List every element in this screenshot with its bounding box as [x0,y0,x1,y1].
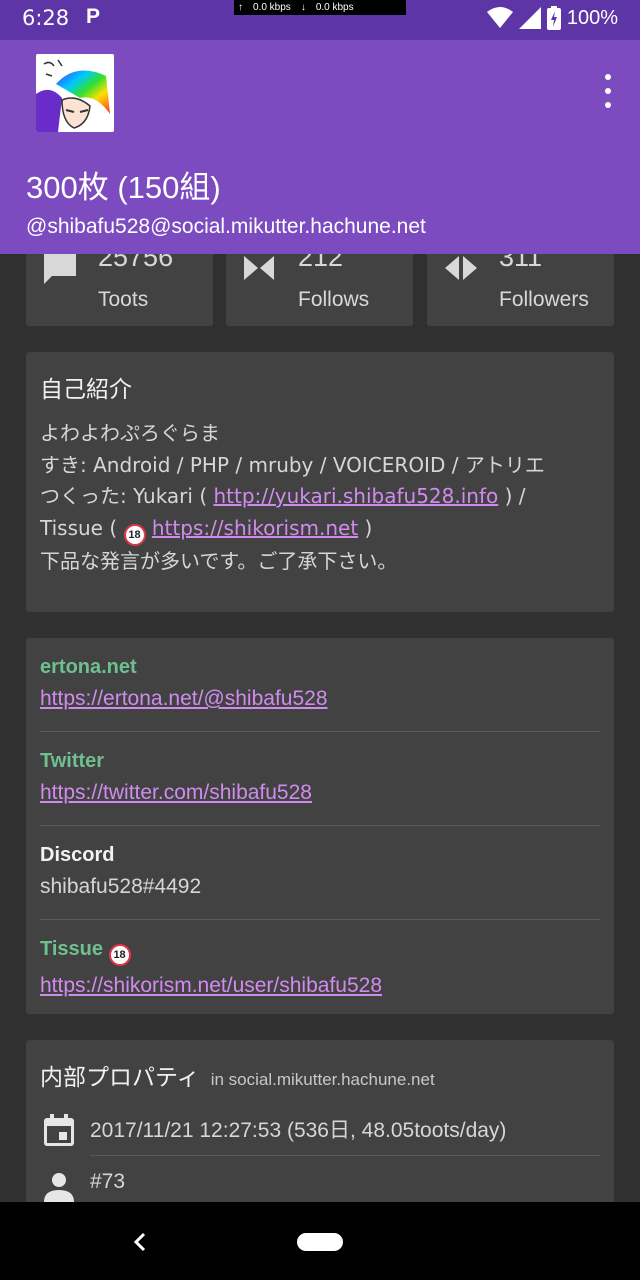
upload-arrow-icon: ↑ [238,2,243,13]
network-speed-indicator: ↑ 0.0 kbps ↓ 0.0 kbps [234,0,406,15]
bio-title: 自己紹介 [40,377,132,403]
comment-icon [44,252,76,284]
created-at: 2017/11/21 12:27:53 (536日, 48.05toots/da… [90,1118,507,1142]
bio-line: つくった: Yukari ( http://yukari.shibafu528.… [40,481,600,513]
display-name: 300枚 (150組) [26,170,221,205]
stat-label-follows: Follows [298,288,370,311]
field-value-link[interactable]: https://shikorism.net/user/shibafu528 [40,974,600,998]
wifi-icon [486,7,513,28]
person-icon [44,1173,74,1202]
bio-line: すき: Android / PHP / mruby / VOICEROID / … [40,452,545,477]
profile-fields-card: ertona.net https://ertona.net/@shibafu52… [26,638,614,1014]
bio-text: ) / [498,484,526,508]
field-name: Twitter [40,750,105,772]
parking-notification-icon: P [86,5,101,28]
navigation-bar [0,1202,640,1280]
field-discord: Discord shibafu528#4492 [40,826,600,920]
bio-line: 下品な発言が多いです。ご了承下さい。 [40,548,398,573]
back-icon[interactable] [128,1228,152,1256]
profile-header: 300枚 (150組) @shibafu528@social.mikutter.… [0,40,640,254]
status-bar: 6:28 P ↑ 0.0 kbps ↓ 0.0 kbps 100% [0,0,640,40]
bio-text: ) [358,515,373,540]
download-speed: 0.0 kbps [315,2,354,13]
created-row: 2017/11/21 12:27:53 (536日, 48.05toots/da… [40,1102,600,1156]
bio-text: つくった: Yukari ( [40,484,214,508]
bio-line: Tissue ( 18 https://shikorism.net ) [40,513,600,546]
status-icons: 100% [486,6,618,30]
more-vert-icon[interactable] [598,74,618,108]
user-id: #73 [90,1170,126,1193]
cell-signal-icon [518,7,541,29]
field-tissue: Tissue 18 https://shikorism.net/user/shi… [40,920,600,1014]
r18-emoji-icon: 18 [123,523,146,546]
field-ertona: ertona.net https://ertona.net/@shibafu52… [40,638,600,732]
battery-icon [546,6,561,30]
internal-title: 内部プロパティ [40,1065,200,1091]
follower-icon [445,256,477,280]
download-arrow-icon: ↓ [300,2,306,13]
internal-properties-card: 内部プロパティ in social.mikutter.hachune.net 2… [26,1040,614,1210]
field-twitter: Twitter https://twitter.com/shibafu528 [40,732,600,826]
bio-card: 自己紹介 よわよわぷろぐらま すき: Android / PHP / mruby… [26,352,614,612]
field-name: Tissue [40,938,103,960]
bio-text: Tissue ( [40,515,124,540]
user-id-text-row: #73 [90,1156,600,1208]
avatar-image [36,54,114,132]
bio-line: よわよわぷろぐらま [40,421,220,445]
field-value-link[interactable]: https://twitter.com/shibafu528 [40,781,600,805]
internal-title-row: 内部プロパティ in social.mikutter.hachune.net [40,1040,600,1102]
internal-host: in social.mikutter.hachune.net [210,1070,435,1089]
yukari-link[interactable]: http://yukari.shibafu528.info [213,484,498,508]
created-at-row: 2017/11/21 12:27:53 (536日, 48.05toots/da… [90,1102,600,1156]
field-value-link[interactable]: https://ertona.net/@shibafu528 [40,687,600,711]
stat-label-toots: Toots [98,288,149,311]
field-name: Discord [40,844,115,866]
calendar-icon [44,1114,74,1146]
account-handle: @shibafu528@social.mikutter.hachune.net [26,215,426,238]
r18-emoji-icon: 18 [108,944,131,966]
user-id-row: #73 [40,1156,600,1208]
stat-label-followers: Followers [499,288,589,311]
field-name-row: Tissue 18 [40,938,600,966]
field-value: shibafu528#4492 [40,875,202,898]
battery-percent: 100% [566,6,618,29]
home-button[interactable] [297,1233,343,1251]
status-time: 6:28 [22,6,70,30]
follow-icon [244,256,274,280]
avatar[interactable] [36,54,114,132]
field-name: ertona.net [40,656,137,678]
upload-speed: 0.0 kbps [253,2,291,13]
tissue-link[interactable]: https://shikorism.net [152,516,358,540]
